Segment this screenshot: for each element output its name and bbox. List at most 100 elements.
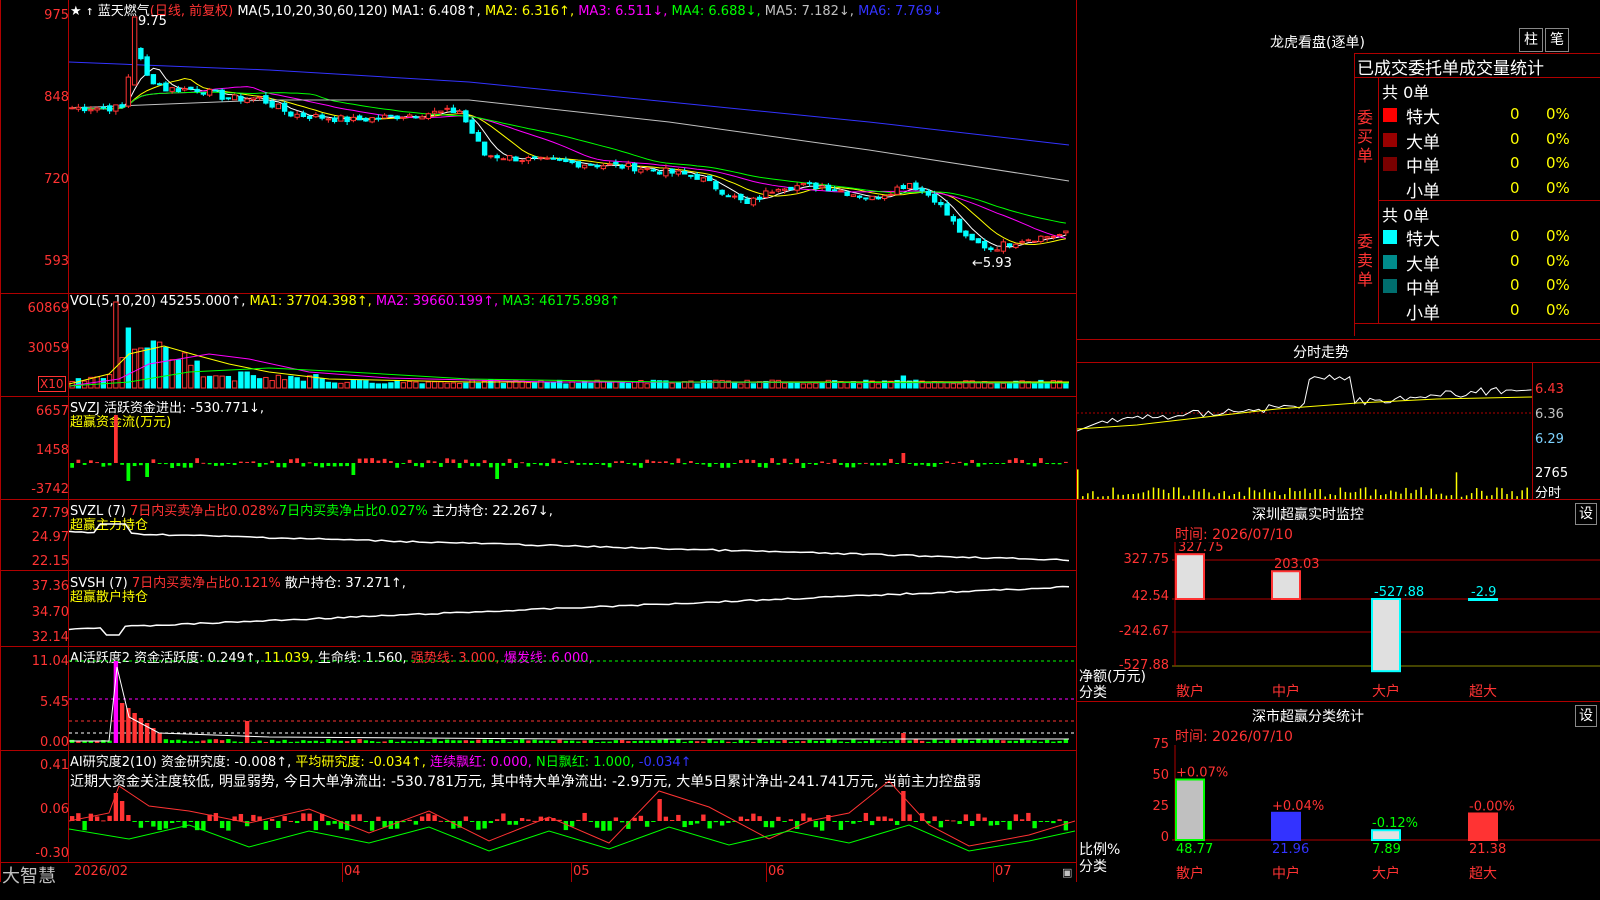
- intraday-volume-bar: [1455, 472, 1458, 499]
- sell-row-count: 0: [1510, 227, 1520, 245]
- fundflow-bar: [176, 463, 181, 467]
- ai-active-chart[interactable]: [69, 647, 1075, 750]
- ai-research-chart[interactable]: [69, 751, 1075, 862]
- volume-bar: [319, 378, 325, 389]
- monitor-category: 超大: [1469, 684, 1497, 700]
- activity-bar: [157, 733, 162, 743]
- fundflow-bar: [407, 459, 412, 463]
- monitor-y-label: 42.54: [1131, 589, 1169, 604]
- candle-body: [269, 100, 275, 108]
- fundflow-bar: [976, 463, 981, 467]
- candle-body: [181, 87, 188, 91]
- fundflow-bar: [895, 463, 899, 464]
- class-chart[interactable]: +0.07% 48.77 +0.04% 21.96 -0.12% 7.89 -0.00% 21…: [1172, 745, 1600, 900]
- activity-bar: [951, 739, 956, 743]
- volume-bar: [163, 346, 169, 389]
- research-bar: [494, 819, 500, 821]
- activity-bar: [963, 739, 969, 743]
- activity-bar: [226, 739, 231, 743]
- activity-bar: [163, 739, 169, 743]
- research-bar: [607, 821, 612, 831]
- fundflow-bar: [395, 463, 399, 468]
- buy-row-pct: 0%: [1546, 105, 1570, 123]
- candle-body: [431, 110, 438, 114]
- fundflow-bar: [632, 463, 637, 466]
- fundflow-bar: [82, 463, 87, 465]
- activity-bar: [1026, 740, 1031, 743]
- monitor-category: 中户: [1272, 683, 1300, 700]
- svzl-chart[interactable]: [69, 500, 1075, 570]
- brand-logo[interactable]: 大智慧: [2, 862, 56, 888]
- fundflow-bar: [670, 463, 674, 465]
- candle-body: [294, 113, 300, 118]
- lock-icon[interactable]: ▣: [1062, 866, 1072, 879]
- fundflow-bar: [589, 463, 593, 465]
- fundflow-bar: [876, 463, 881, 466]
- fundflow-bar: [339, 463, 343, 467]
- bar-mode-button[interactable]: 柱: [1519, 28, 1543, 52]
- candle-body: [706, 175, 713, 182]
- stats-header-line: [1354, 77, 1600, 78]
- activity-bar: [544, 740, 550, 743]
- class-bar: [1175, 778, 1205, 841]
- candle-body: [569, 160, 575, 164]
- fundflow-bar: [89, 460, 93, 463]
- volume-axis-label: 60869: [27, 301, 69, 316]
- fundflow-bar: [751, 459, 756, 463]
- research-bar: [226, 821, 231, 831]
- research-bar: [657, 799, 662, 821]
- monitor-title: 深圳超赢实时监控: [1252, 507, 1364, 523]
- activity-bar: [1057, 740, 1062, 743]
- research-bar: [713, 821, 719, 823]
- intraday-volume-bar: [1198, 491, 1200, 499]
- research-bar: [526, 819, 531, 821]
- monitor-settings-button[interactable]: 设: [1575, 503, 1597, 525]
- fundflow-bar: [251, 461, 256, 463]
- intraday-volume-bar: [1359, 488, 1362, 499]
- candle-body: [631, 163, 638, 172]
- research-bar: [519, 818, 525, 821]
- svzj-chart[interactable]: [69, 397, 1075, 499]
- monitor-chart[interactable]: 327.75 203.03 -527.88 -2.9 散户 中户 大户 超大: [1172, 542, 1600, 702]
- kline-chart[interactable]: [69, 0, 1075, 293]
- research-bar: [819, 821, 825, 831]
- pen-mode-button[interactable]: 笔: [1545, 28, 1569, 52]
- volume-chart[interactable]: [69, 294, 1075, 396]
- volume-bar: [125, 327, 132, 389]
- research-bar: [419, 816, 425, 821]
- research-bar: [776, 816, 781, 821]
- fundflow-bar: [370, 458, 374, 463]
- intraday-volume-bar: [1162, 489, 1165, 499]
- candle-body: [288, 111, 294, 117]
- sell-row-pct: 0%: [1546, 276, 1570, 294]
- activity-bar: [982, 740, 987, 743]
- activity-bar: [776, 741, 781, 743]
- fundflow-bar: [926, 463, 931, 467]
- intraday-chart[interactable]: [1077, 363, 1532, 499]
- research-bar: [988, 821, 994, 826]
- activity-bar: [557, 739, 562, 743]
- activity-bar: [207, 739, 212, 743]
- research-bar: [488, 821, 494, 824]
- volume-bar: [744, 379, 750, 389]
- fundflow-bar: [789, 463, 793, 465]
- fundflow-bar: [914, 463, 918, 466]
- class-settings-button[interactable]: 设: [1575, 705, 1597, 727]
- svsh-chart[interactable]: [69, 571, 1075, 646]
- candle-body: [781, 188, 788, 191]
- activity-bar: [101, 740, 106, 743]
- volume-bar: [256, 378, 263, 389]
- intraday-volume-bar: [1304, 488, 1306, 499]
- research-bar: [269, 818, 275, 821]
- activity-bar: [719, 740, 725, 743]
- volume-bar: [131, 348, 138, 389]
- activity-bar: [682, 741, 687, 743]
- candle-body: [344, 116, 350, 123]
- class-bar-value: 21.96: [1272, 842, 1309, 857]
- activity-bar: [1007, 740, 1012, 743]
- candle-body: [950, 216, 957, 222]
- activity-bar: [519, 739, 525, 743]
- research-bar: [913, 821, 919, 822]
- activity-bar: [844, 741, 850, 743]
- fundflow-bar: [145, 463, 149, 477]
